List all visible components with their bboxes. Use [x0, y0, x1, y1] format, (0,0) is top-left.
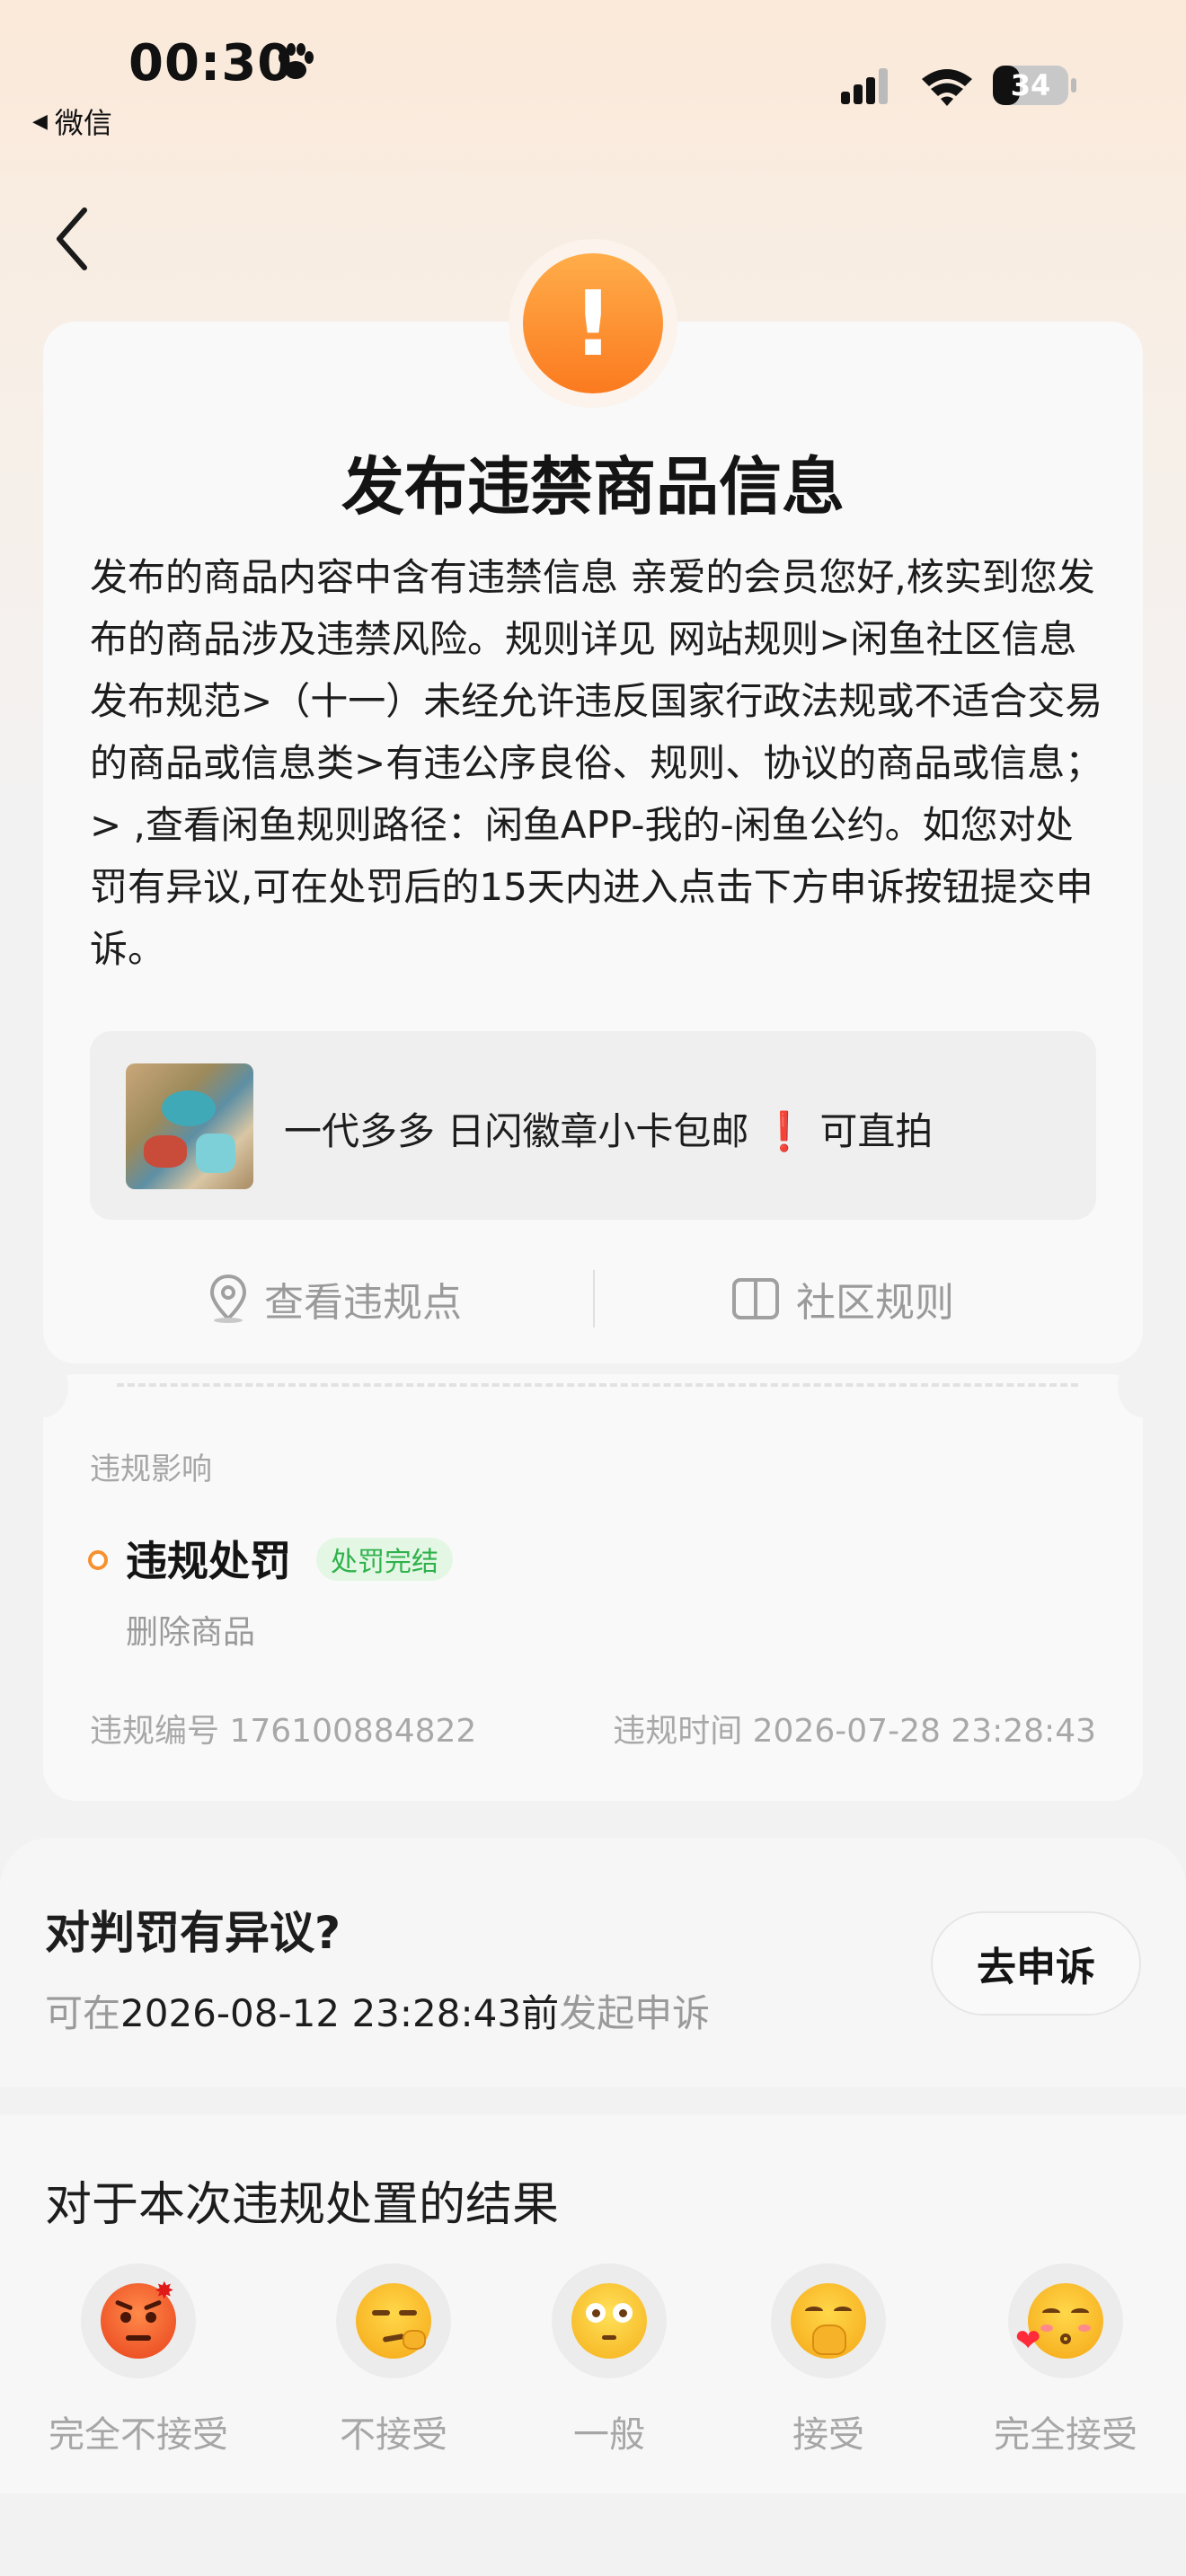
card-notch-left: [18, 1356, 68, 1417]
timeline-dot: [88, 1550, 108, 1570]
back-to-app[interactable]: ◀ 微信: [32, 101, 112, 142]
view-violation-points-label: 查看违规点: [264, 1280, 462, 1326]
kissing-face-icon: ❤: [1015, 2283, 1103, 2359]
product-title-suffix: 可直拍: [819, 1109, 934, 1153]
wifi-icon: [922, 69, 972, 106]
rating-label: 一般: [573, 2414, 645, 2456]
back-triangle-icon: ◀: [32, 110, 48, 133]
violation-id: 违规编号 176100884822: [90, 1705, 476, 1751]
battery-icon: 34: [992, 65, 1078, 106]
violation-id-value: 176100884822: [229, 1713, 477, 1750]
product-title: 一代多多 日闪徽章小卡包邮: [284, 1109, 749, 1153]
rating-label: 接受: [792, 2414, 864, 2456]
result-title: 对于本次违规处置的结果: [45, 2178, 560, 2232]
paw-icon: [279, 43, 314, 79]
status-time: 00:30: [128, 34, 294, 93]
impact-title: 违规处罚: [126, 1537, 291, 1585]
location-pin-icon: [209, 1274, 247, 1323]
appeal-sub-suffix: 发起申诉: [559, 1991, 711, 2035]
product-thumbnail: [126, 1063, 253, 1189]
back-arrow-icon[interactable]: [47, 203, 101, 275]
card-notch-right: [1118, 1356, 1168, 1417]
angry-face-icon: ✸: [101, 2278, 176, 2359]
appeal-subtitle: 可在2026-08-12 23:28:43前发起申诉: [45, 1983, 710, 2038]
appeal-title: 对判罚有异议?: [45, 1907, 341, 1959]
appeal-button[interactable]: 去申诉: [931, 1911, 1141, 2016]
exclamation-icon: !: [523, 253, 663, 393]
book-icon: [732, 1278, 779, 1319]
product-title-row: 一代多多 日闪徽章小卡包邮 ❗ 可直拍: [284, 1101, 933, 1156]
violation-time-value: 2026-07-28 23:28:43: [752, 1713, 1096, 1750]
battery-level: 34: [1010, 68, 1051, 102]
neutral-face-icon: [571, 2283, 647, 2359]
back-app-label: 微信: [54, 106, 112, 140]
rating-option-accept[interactable]: 接受: [730, 2263, 927, 2457]
rating-option-neutral[interactable]: 一般: [510, 2263, 708, 2457]
violation-time: 违规时间 2026-07-28 23:28:43: [613, 1705, 1096, 1751]
rating-label: 完全不接受: [49, 2414, 228, 2456]
dashed-divider: [117, 1383, 1078, 1387]
signal-icon: [841, 68, 888, 104]
rating-option-fully-accept[interactable]: ❤ 完全接受: [967, 2263, 1164, 2457]
community-rules-button[interactable]: 社区规则: [731, 1270, 954, 1328]
community-rules-label: 社区规则: [796, 1280, 954, 1326]
unamused-face-icon: [356, 2283, 431, 2359]
appeal-sub-prefix: 可在: [45, 1991, 121, 2035]
status-badge: 处罚完结: [316, 1538, 453, 1581]
rating-option-fully-reject[interactable]: ✸ 完全不接受: [40, 2263, 237, 2457]
appeal-deadline: 2026-08-12 23:28:43前: [120, 1991, 560, 2035]
action-divider: [593, 1270, 595, 1328]
violation-title: 发布违禁商品信息: [341, 450, 845, 524]
view-violation-points-button[interactable]: 查看违规点: [208, 1270, 462, 1328]
violation-time-label: 违规时间: [613, 1713, 743, 1750]
red-exclamation-icon: ❗: [760, 1109, 809, 1153]
rating-label: 完全接受: [994, 2414, 1137, 2456]
violation-description: 发布的商品内容中含有违禁信息 亲爱的会员您好,核实到您发布的商品涉及违禁风险。规…: [90, 555, 1103, 971]
impact-result: 删除商品: [126, 1614, 256, 1651]
hand-over-mouth-face-icon: [791, 2283, 866, 2359]
impact-section-label: 违规影响: [90, 1451, 212, 1487]
rating-label: 不接受: [340, 2414, 447, 2456]
rating-option-reject[interactable]: 不接受: [295, 2263, 492, 2457]
violation-id-label: 违规编号: [90, 1713, 220, 1750]
